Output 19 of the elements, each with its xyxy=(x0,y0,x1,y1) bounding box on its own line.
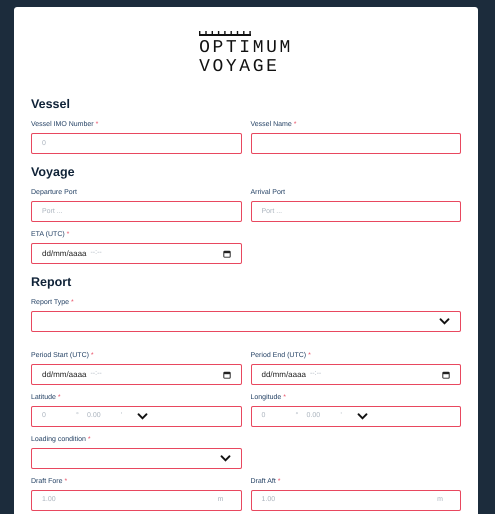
chevron-down-icon xyxy=(137,413,148,420)
chevron-down-icon xyxy=(220,455,230,462)
select-field[interactable] xyxy=(31,311,461,332)
calendar-icon[interactable] xyxy=(222,370,230,378)
logo-text: OPTIMUM xyxy=(199,39,293,58)
chevron-down-icon xyxy=(439,318,450,325)
ruler-icon xyxy=(199,31,252,36)
calendar-icon[interactable] xyxy=(222,250,230,258)
date-text: dd/mm/aaaa xyxy=(42,248,86,260)
date-text: dd/mm/aaaa xyxy=(262,368,306,380)
date-text: dd/mm/aaaa xyxy=(42,368,86,380)
text-field[interactable] xyxy=(250,133,461,154)
section-heading: Vessel xyxy=(31,97,71,111)
chevron-down-icon xyxy=(356,413,368,420)
section-heading: Voyage xyxy=(31,165,76,179)
logo-text: VOYAGE xyxy=(199,58,280,77)
calendar-icon[interactable] xyxy=(442,370,450,378)
section-heading: Report xyxy=(31,275,72,289)
select-field[interactable] xyxy=(31,448,242,469)
